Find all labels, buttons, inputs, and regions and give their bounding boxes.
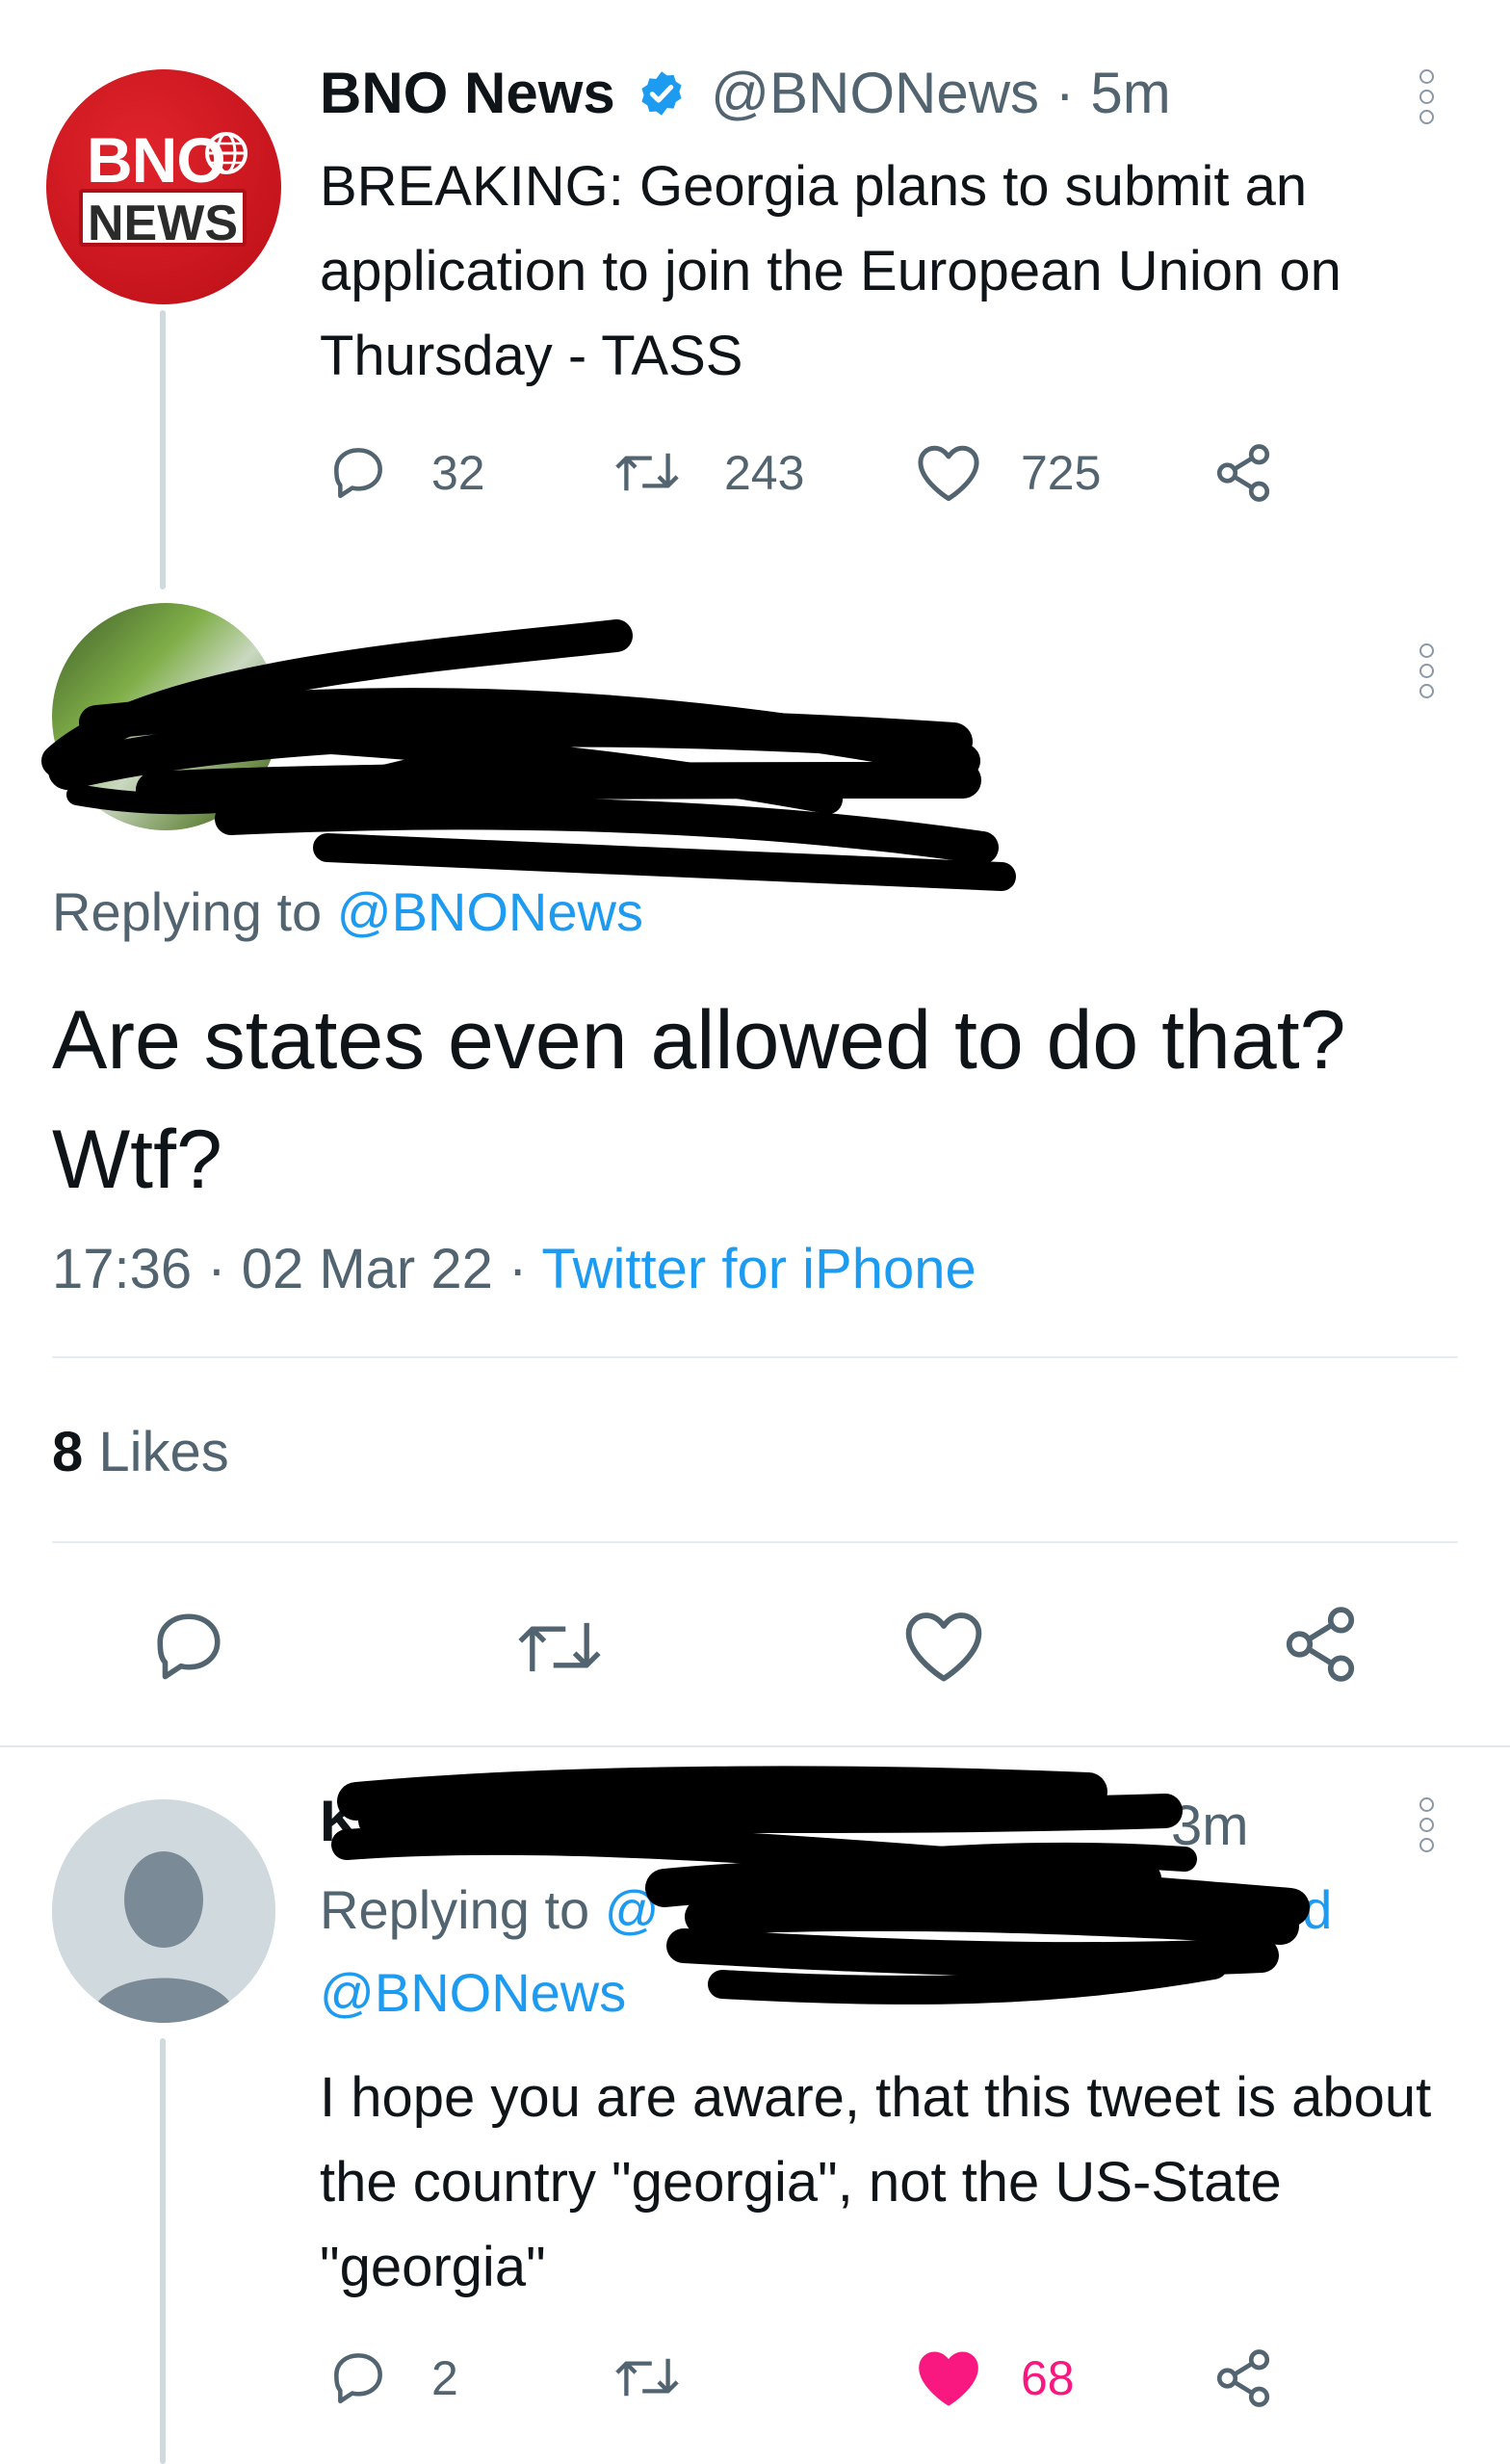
like-icon[interactable] [901, 1607, 986, 1684]
globe-icon [204, 131, 248, 175]
more-options-icon[interactable] [1419, 1797, 1434, 1858]
meta-separator: · [207, 1238, 226, 1300]
divider [52, 1356, 1458, 1358]
replying-to-label: Replying to [52, 881, 323, 942]
author-handle[interactable]: @BNONews [711, 61, 1039, 125]
reply-icon[interactable] [327, 441, 389, 503]
meta-separator: · [508, 1238, 528, 1300]
tweet-header: BNO News @BNONews · 5m [320, 60, 1171, 126]
tweet-source[interactable]: Twitter for iPhone [541, 1238, 976, 1300]
reply-icon[interactable] [327, 2346, 389, 2408]
reply-body: I hope you are aware, that this tweet is… [320, 2066, 1432, 2298]
default-avatar[interactable] [52, 1799, 275, 2023]
share-icon[interactable] [1210, 2346, 1277, 2410]
like-icon[interactable] [915, 441, 982, 503]
tweet-body: BREAKING: Georgia plans to submit an app… [320, 155, 1341, 387]
thread-line [160, 310, 166, 590]
bno-logo-badge: NEWS [79, 189, 247, 251]
tweet-time[interactable]: 5m [1090, 61, 1170, 125]
liked-heart-icon[interactable] [915, 2346, 982, 2408]
reply-icon[interactable] [148, 1605, 229, 1686]
focal-tweet-body: Are states even allowed to do that? Wtf? [52, 994, 1346, 1206]
reply-count: 2 [431, 2351, 458, 2405]
reply-count: 32 [431, 446, 485, 500]
replying-to: Replying to @BNONews [52, 880, 643, 943]
share-icon[interactable] [1279, 1603, 1362, 1686]
share-icon[interactable] [1210, 441, 1277, 505]
header-separator: · [1054, 61, 1075, 125]
tweet-meta: 17:36 · 02 Mar 22 · Twitter for iPhone [52, 1237, 976, 1301]
section-divider [0, 1745, 1510, 1747]
likes-number: 8 [52, 1421, 84, 1483]
retweet-icon[interactable] [612, 443, 682, 501]
bno-logo-subtext: NEWS [88, 196, 238, 251]
thread-line [160, 2038, 166, 2464]
retweet-icon[interactable] [514, 1611, 605, 1684]
like-count: 725 [1021, 446, 1102, 500]
retweet-count: 243 [724, 446, 805, 500]
more-options-icon[interactable] [1419, 69, 1434, 130]
tweet-date[interactable]: 02 Mar 22 [242, 1238, 493, 1300]
redaction-scribble [318, 1763, 1339, 2023]
more-options-icon[interactable] [1419, 643, 1434, 704]
like-count: 68 [1021, 2351, 1075, 2405]
replying-to-handle[interactable]: @BNONews [337, 881, 643, 942]
tweet-timestamp[interactable]: 17:36 [52, 1238, 192, 1300]
likes-label: Likes [98, 1421, 229, 1483]
divider [52, 1541, 1458, 1543]
author-name[interactable]: BNO News [320, 61, 615, 125]
verified-badge-icon [637, 68, 687, 118]
default-user-icon [91, 1851, 237, 2023]
likes-summary[interactable]: 8 Likes [52, 1420, 229, 1484]
redaction-scribble [39, 616, 1030, 905]
retweet-icon[interactable] [612, 2348, 682, 2406]
